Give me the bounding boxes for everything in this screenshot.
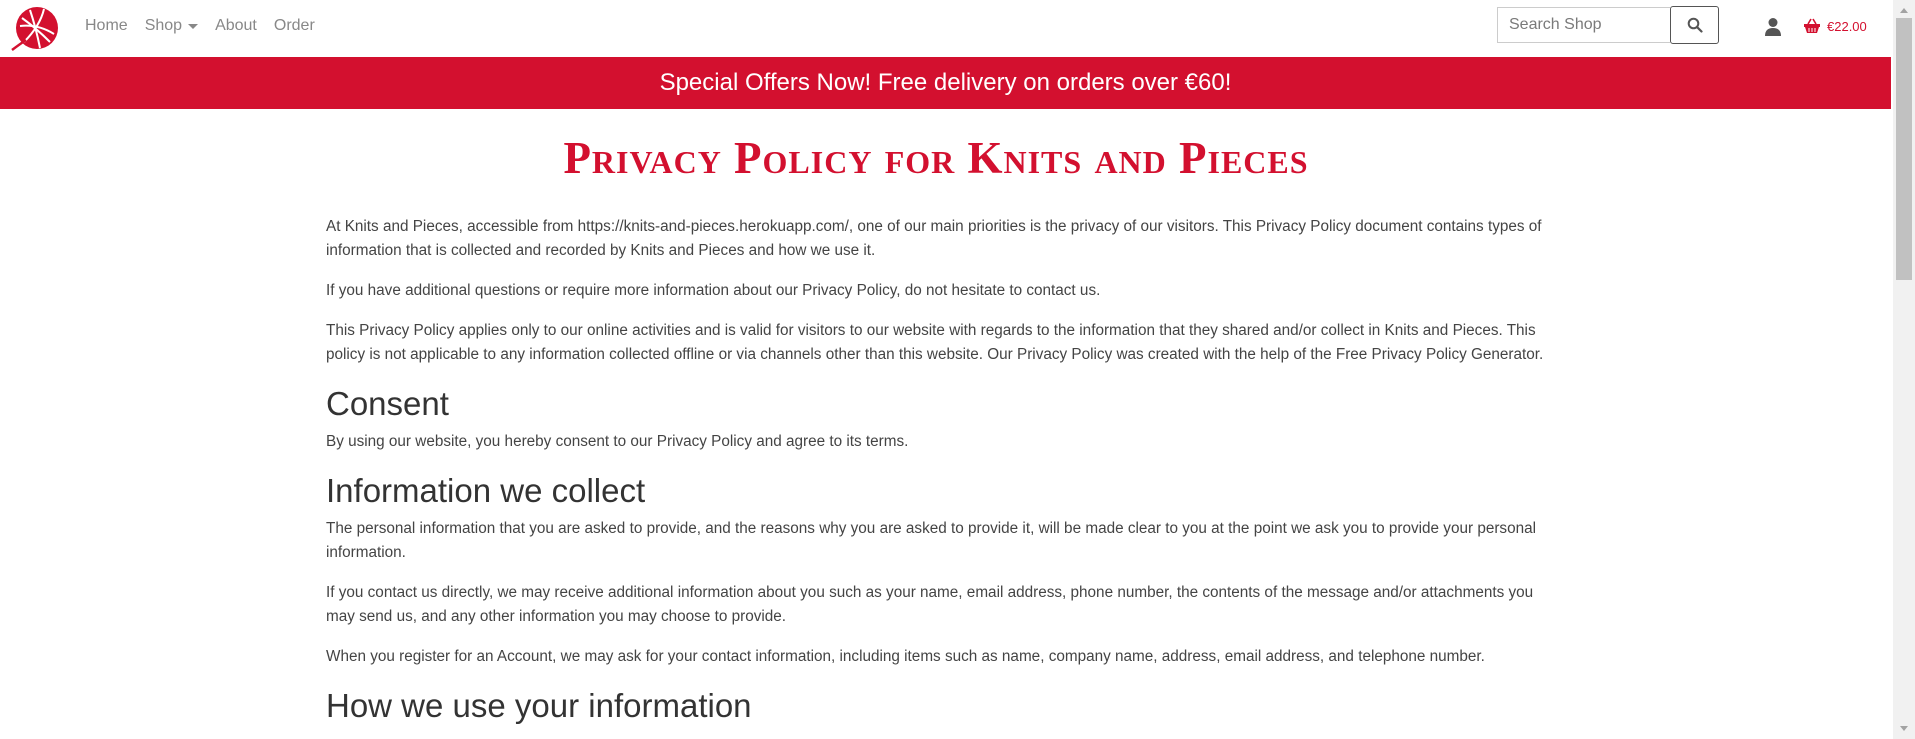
nav-dropdown-shop[interactable]: Shop bbox=[144, 17, 199, 35]
search-form bbox=[1497, 6, 1719, 44]
intro-paragraph: At Knits and Pieces, accessible from htt… bbox=[326, 218, 1542, 259]
yarn-ball-logo-icon[interactable] bbox=[10, 4, 60, 52]
section-paragraph: By using our website, you hereby consent… bbox=[326, 433, 909, 450]
promo-banner-text: Special Offers Now! Free delivery on ord… bbox=[659, 69, 1232, 96]
scroll-down-arrow-icon[interactable] bbox=[1900, 726, 1908, 731]
nav-link-about[interactable]: About bbox=[215, 17, 257, 35]
main-nav: Home Shop About Order bbox=[85, 17, 332, 35]
scroll-up-arrow-icon[interactable] bbox=[1900, 8, 1908, 13]
nav-link-home[interactable]: Home bbox=[85, 17, 128, 35]
chevron-down-icon bbox=[188, 23, 199, 29]
search-icon bbox=[1687, 17, 1703, 33]
section-paragraph: When you register for an Account, we may… bbox=[326, 648, 1485, 665]
intro-paragraph: This Privacy Policy applies only to our … bbox=[326, 322, 1544, 363]
page-title: Privacy Policy for Knits and Pieces bbox=[563, 133, 1309, 183]
vertical-scrollbar[interactable] bbox=[1893, 0, 1915, 739]
section-heading-how-we-use-your-information: How we use your information bbox=[326, 687, 752, 724]
basket-icon bbox=[1804, 18, 1820, 33]
section-paragraph: The personal information that you are as… bbox=[326, 520, 1536, 561]
search-input[interactable] bbox=[1497, 7, 1670, 43]
user-icon[interactable] bbox=[1764, 17, 1782, 37]
nav-shop-label: Shop bbox=[144, 17, 183, 34]
cart-total: €22.00 bbox=[1827, 18, 1867, 34]
section-paragraph: If you contact us directly, we may recei… bbox=[326, 584, 1534, 625]
promo-banner: Special Offers Now! Free delivery on ord… bbox=[0, 57, 1891, 109]
nav-link-order[interactable]: Order bbox=[274, 17, 315, 35]
top-navbar: Home Shop About Order Search Shop €22.00 bbox=[0, 0, 1893, 56]
section-heading-information-we-collect: Information we collect bbox=[326, 472, 646, 509]
section-heading-consent: Consent bbox=[326, 385, 449, 422]
intro-paragraph: If you have additional questions or requ… bbox=[326, 282, 1101, 299]
scrollbar-thumb[interactable] bbox=[1896, 18, 1912, 280]
privacy-policy-content: Privacy Policy for Knits and Pieces At K… bbox=[326, 132, 1546, 732]
cart-link[interactable]: €22.00 bbox=[1803, 18, 1867, 34]
search-button[interactable] bbox=[1670, 6, 1719, 44]
